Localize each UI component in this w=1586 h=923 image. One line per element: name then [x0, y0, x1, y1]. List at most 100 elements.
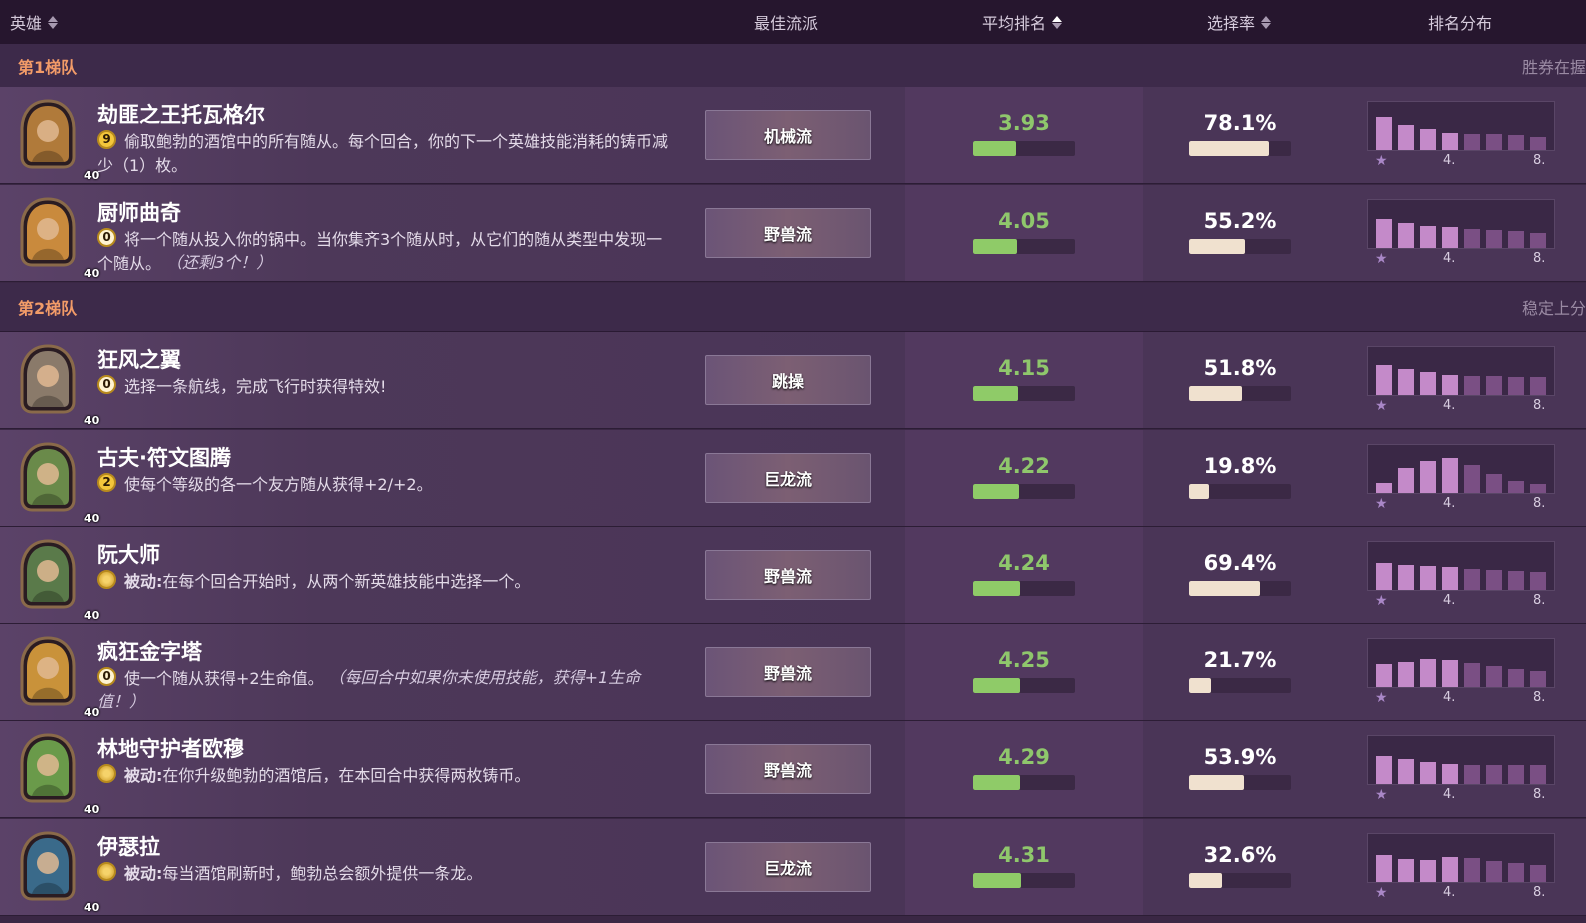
- hero-power-description: • 被动:每当酒馆刷新时，鲍勃总会额外提供一条龙。: [97, 861, 677, 885]
- distribution-bar: [1442, 660, 1458, 687]
- avg-placement-value: 4.15: [998, 356, 1050, 380]
- pick-rate: 21.7%: [1189, 648, 1291, 693]
- distribution-bar: [1486, 861, 1502, 882]
- hero-power-cost-icon: 0: [97, 375, 116, 394]
- hero-portrait[interactable]: 40: [18, 733, 99, 816]
- hero-row[interactable]: 40 阮大师• 被动:在每个回合开始时，从两个新英雄技能中选择一个。 野兽流 4.24 6…: [0, 527, 1586, 624]
- hero-row[interactable]: 40 狂风之翼 0 选择一条航线，完成飞行时获得特效! 跳操 4.15 51.8% ★ 4. 8.: [0, 332, 1586, 429]
- hero-name[interactable]: 狂风之翼: [97, 344, 181, 374]
- hero-row[interactable]: 40 厨师曲奇 0 将一个随从投入你的锅中。当你集齐3个随从时，从它们的随从类型中发现…: [0, 185, 1586, 282]
- axis-label-mid: 4.: [1443, 153, 1456, 168]
- hero-row[interactable]: 40 古夫·符文图腾 2 使每个等级的各一个友方随从获得+2/+2。 巨龙流 4.22 19…: [0, 430, 1586, 527]
- description-text: 使一个随从获得+2生命值。: [124, 669, 324, 688]
- hero-name[interactable]: 劫匪之王托瓦格尔: [97, 99, 265, 129]
- sort-icon: [48, 15, 59, 29]
- avg-bar-fill: [973, 678, 1020, 693]
- best-comp-tag[interactable]: 野兽流: [705, 208, 871, 258]
- avg-placement: 4.24: [973, 551, 1075, 596]
- header-avg-label: 平均排名: [982, 14, 1047, 33]
- star-icon: ★: [1375, 153, 1388, 169]
- distribution-bar: [1398, 759, 1414, 784]
- placement-distribution-chart[interactable]: [1367, 735, 1555, 785]
- hero-name[interactable]: 古夫·符文图腾: [97, 442, 231, 472]
- distribution-axis-labels: ★ 4. 8.: [1367, 496, 1555, 514]
- hero-name[interactable]: 阮大师: [97, 539, 160, 569]
- best-comp-tag[interactable]: 巨龙流: [705, 842, 871, 892]
- best-comp-tag[interactable]: 巨龙流: [705, 453, 871, 503]
- pick-rate: 19.8%: [1189, 454, 1291, 499]
- avg-bar-track: [973, 141, 1075, 156]
- distribution-bar: [1486, 134, 1502, 150]
- placement-distribution-chart[interactable]: [1367, 444, 1555, 494]
- avg-bar-fill: [973, 386, 1018, 401]
- hero-portrait[interactable]: 40: [18, 636, 99, 719]
- sort-hero-header[interactable]: 英雄: [10, 0, 59, 44]
- hero-name[interactable]: 厨师曲奇: [97, 197, 181, 227]
- pick-bar-track: [1189, 141, 1291, 156]
- hero-portrait[interactable]: 40: [18, 442, 99, 525]
- tier-name: 第2梯队: [18, 299, 78, 318]
- star-icon: ★: [1375, 885, 1388, 901]
- hero-row[interactable]: 40 伊瑟拉• 被动:每当酒馆刷新时，鲍勃总会额外提供一条龙。 巨龙流 4.31 32.6…: [0, 819, 1586, 916]
- distribution-bar: [1508, 135, 1524, 150]
- hero-row[interactable]: 40 疯狂金字塔 0 使一个随从获得+2生命值。 （每回合中如果你未使用技能，获得+1…: [0, 624, 1586, 721]
- pick-bar-fill: [1189, 239, 1246, 254]
- avg-placement-value: 4.29: [998, 745, 1050, 769]
- distribution-bar: [1376, 117, 1392, 150]
- star-icon: ★: [1375, 593, 1388, 609]
- distribution-axis-labels: ★ 4. 8.: [1367, 690, 1555, 708]
- distribution-bar: [1398, 859, 1414, 882]
- hero-name[interactable]: 林地守护者欧穆: [97, 733, 244, 763]
- hero-power-cost-icon: •: [97, 570, 116, 589]
- description-text: 选择一条航线，完成飞行时获得特效!: [124, 377, 387, 396]
- best-comp-tag[interactable]: 野兽流: [705, 647, 871, 697]
- distribution-bar: [1420, 372, 1436, 395]
- avg-placement-value: 4.24: [998, 551, 1050, 575]
- hero-row[interactable]: 40 劫匪之王托瓦格尔 9 偷取鲍勃的酒馆中的所有随从。每个回合，你的下一个英雄技能消…: [0, 87, 1586, 184]
- header-dist: 排名分布: [1428, 0, 1492, 44]
- placement-distribution-chart[interactable]: [1367, 541, 1555, 591]
- best-comp-tag[interactable]: 野兽流: [705, 550, 871, 600]
- avg-placement-value: 3.93: [998, 111, 1050, 135]
- distribution-bar: [1508, 231, 1524, 248]
- pick-bar-fill: [1189, 484, 1210, 499]
- hero-name[interactable]: 伊瑟拉: [97, 831, 160, 861]
- best-comp-tag[interactable]: 跳操: [705, 355, 871, 405]
- pick-bar-track: [1189, 873, 1291, 888]
- hero-name[interactable]: 疯狂金字塔: [97, 636, 202, 666]
- hero-power-cost-icon: •: [97, 862, 116, 881]
- hero-portrait[interactable]: 40: [18, 831, 99, 914]
- placement-distribution-chart[interactable]: [1367, 833, 1555, 883]
- distribution-bar: [1530, 137, 1546, 150]
- passive-label: 被动:: [124, 766, 163, 785]
- avg-bar-track: [973, 239, 1075, 254]
- axis-label-end: 8.: [1533, 496, 1546, 511]
- header-dist-label: 排名分布: [1428, 14, 1493, 33]
- hero-power-cost-icon: •: [97, 764, 116, 783]
- hero-portrait[interactable]: 40: [18, 99, 99, 182]
- hero-row[interactable]: 40 林地守护者欧穆• 被动:在你升级鲍勃的酒馆后，在本回合中获得两枚铸币。 野兽流 4…: [0, 721, 1586, 818]
- best-comp-tag[interactable]: 野兽流: [705, 744, 871, 794]
- hero-portrait[interactable]: 40: [18, 539, 99, 622]
- placement-distribution-chart[interactable]: [1367, 638, 1555, 688]
- hero-portrait[interactable]: 40: [18, 197, 99, 280]
- avg-bar-track: [973, 678, 1075, 693]
- placement-distribution-chart[interactable]: [1367, 199, 1555, 249]
- placement-distribution-chart[interactable]: [1367, 101, 1555, 151]
- distribution-bar: [1420, 226, 1436, 248]
- distribution-bar: [1508, 377, 1524, 395]
- hero-power-description: • 被动:在每个回合开始时，从两个新英雄技能中选择一个。: [97, 569, 677, 593]
- sort-pick-header[interactable]: 选择率: [1207, 0, 1272, 44]
- placement-distribution-chart[interactable]: [1367, 346, 1555, 396]
- hero-power-cost-icon: 2: [97, 473, 116, 492]
- best-comp-tag[interactable]: 机械流: [705, 110, 871, 160]
- star-icon: ★: [1375, 398, 1388, 414]
- distribution-bar: [1530, 765, 1546, 784]
- hero-portrait[interactable]: 40: [18, 344, 99, 427]
- description-text: 使每个等级的各一个友方随从获得+2/+2。: [124, 475, 433, 494]
- distribution-bar: [1420, 461, 1436, 493]
- hero-power-cost-icon: 0: [97, 228, 116, 247]
- pick-bar-track: [1189, 386, 1291, 401]
- pick-rate-value: 21.7%: [1203, 648, 1277, 672]
- sort-avg-header[interactable]: 平均排名: [982, 0, 1063, 44]
